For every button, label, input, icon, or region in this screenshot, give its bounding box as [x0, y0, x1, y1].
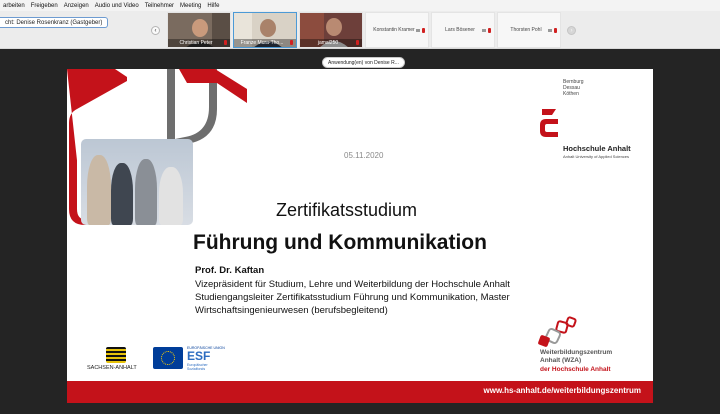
wza-logo-mark: [538, 316, 577, 347]
logo-name: Hochschule Anhalt: [563, 144, 631, 153]
weiterbildungszentrum-logo: Weiterbildungszentrum Anhalt (WZA) der H…: [527, 316, 652, 378]
esf-logo: EUROPÄISCHE UNION ESF Europäischer Sozia…: [187, 346, 225, 371]
person-figure: [135, 159, 157, 225]
participant-name: Franze Mura-Tho...: [234, 39, 296, 47]
menu-hilfe[interactable]: Hilfe: [204, 3, 222, 9]
participant-tile[interactable]: Lars Bösener: [431, 12, 495, 48]
next-participants-button[interactable]: ›: [567, 26, 576, 35]
menu-bar: arbeiten Freigeben Anzeigen Audio und Vi…: [0, 0, 720, 11]
participant-tile[interactable]: Christian Peter: [167, 12, 231, 48]
screen-share-indicator[interactable]: Anwendung(en) von Denise R...: [322, 57, 405, 68]
eu-stars-icon: [161, 351, 175, 365]
person-figure: [87, 155, 111, 225]
presenter-info-line: Wirtschaftsingenieurwesen (berufsbegleit…: [195, 305, 388, 316]
active-speaker-label: cht: Denise Rosenkranz (Gastgeber): [0, 17, 109, 28]
slide-date: 05.11.2020: [344, 151, 384, 160]
sachsen-anhalt-logo: SACHSEN-ANHALT: [87, 347, 147, 375]
previous-participants-button[interactable]: ‹: [151, 26, 160, 35]
menu-anzeigen[interactable]: Anzeigen: [61, 3, 92, 9]
logo-cities: Bernburg Dessau Köthen: [563, 79, 584, 97]
participant-name: Christian Peter: [168, 39, 230, 47]
hochschule-logo-mark: [540, 109, 558, 137]
logo-subtitle: Anhalt University of Applied Sciences: [563, 154, 630, 159]
footer-url: www.hs-anhalt.de/weiterbildungszentrum: [483, 386, 642, 395]
microphone-muted-icon: [488, 28, 491, 33]
participant-tile[interactable]: jamal250: [299, 12, 363, 48]
microphone-muted-icon: [422, 28, 425, 33]
slide-title-small: Zertifikatsstudium: [276, 200, 418, 220]
participant-name: jamal250: [300, 39, 362, 47]
camera-off-icon: [416, 29, 420, 32]
slide-title-big: Führung und Kommunikation: [193, 231, 487, 254]
microphone-muted-icon: [290, 40, 293, 45]
participant-tile[interactable]: Franze Mura-Tho...: [233, 12, 297, 48]
microphone-muted-icon: [554, 28, 557, 33]
presenter-info-line: Vizepräsident für Studium, Lehre und Wei…: [195, 279, 510, 290]
camera-off-icon: [548, 29, 552, 32]
person-figure: [111, 163, 133, 225]
menu-audio-video[interactable]: Audio und Video: [92, 3, 142, 9]
person-figure: [159, 167, 183, 225]
presenter-name: Prof. Dr. Kaftan: [195, 265, 265, 276]
menu-bearbeiten[interactable]: arbeiten: [0, 3, 28, 9]
sachsen-anhalt-crest-icon: [106, 347, 126, 363]
menu-teilnehmer[interactable]: Teilnehmer: [142, 3, 177, 9]
presentation-slide: 05.11.2020 Bernburg Dessau Köthen Hochsc…: [67, 69, 653, 403]
microphone-muted-icon: [356, 40, 359, 45]
participants-strip: cht: Denise Rosenkranz (Gastgeber) ‹ Chr…: [0, 11, 720, 49]
menu-freigeben[interactable]: Freigeben: [28, 3, 61, 9]
eu-flag-icon: [153, 347, 183, 369]
menu-meeting[interactable]: Meeting: [177, 3, 204, 9]
hochschule-logo: Bernburg Dessau Köthen Hochschule Anhalt…: [534, 79, 644, 164]
team-photo: [81, 139, 193, 225]
participant-tile[interactable]: Konstantin Kramer: [365, 12, 429, 48]
camera-off-icon: [482, 29, 486, 32]
presenter-info-line: Studiengangsleiter Zertifikatsstudium Fü…: [195, 292, 510, 303]
participant-tile[interactable]: Thorsten Pohl: [497, 12, 561, 48]
microphone-muted-icon: [224, 40, 227, 45]
